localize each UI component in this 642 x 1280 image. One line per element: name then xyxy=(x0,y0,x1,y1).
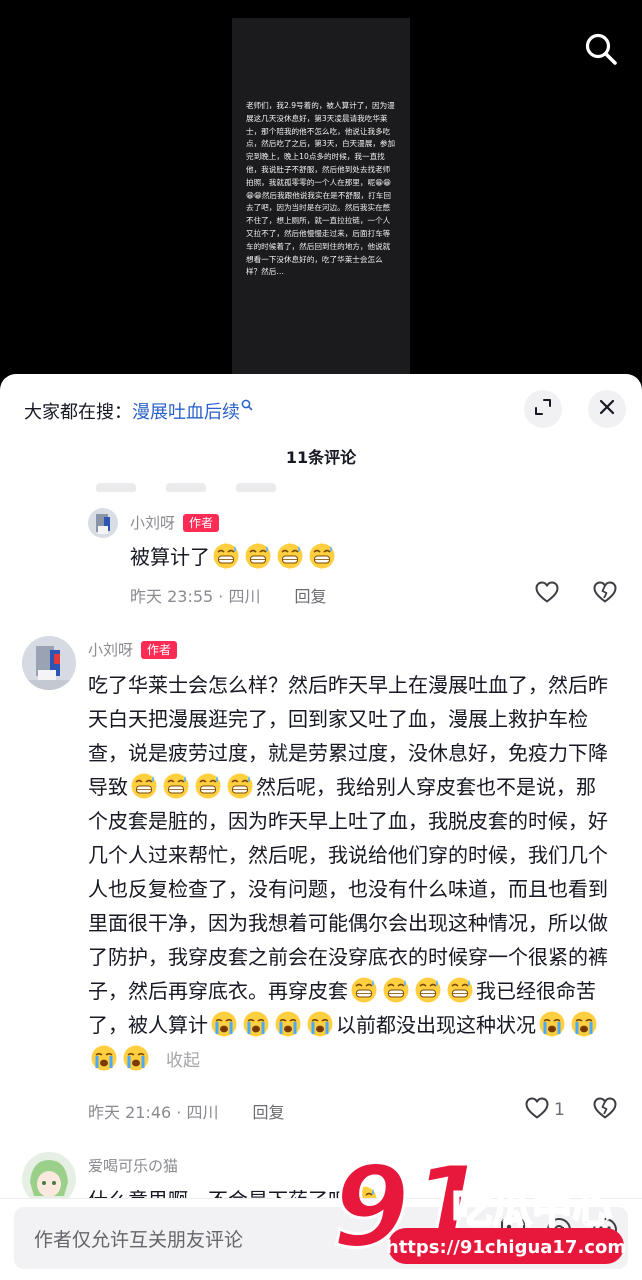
reply-button[interactable]: 回复 xyxy=(252,1099,284,1123)
comment-list[interactable]: 小刘呀 作者 被算计了 昨天 23:55 · 四川 回复 小刘呀 作者 吃了华莱… xyxy=(0,474,642,1204)
heart-icon xyxy=(534,580,560,608)
comment-author-row: 爱喝可乐の猫 xyxy=(88,1155,178,1176)
broken-heart-icon xyxy=(592,1096,618,1124)
video-overlay-text: 老师们，我2.9号着的，被人算计了，因为漫展这几天没休息好，第3天凌晨请我吃华莱… xyxy=(246,101,396,277)
crying-emoji-icon xyxy=(122,1044,150,1072)
grimace-sweat-emoji-icon xyxy=(446,976,474,1004)
crying-emoji-icon xyxy=(90,1044,118,1072)
close-icon xyxy=(598,398,616,420)
video-frame: 老师们，我2.9号着的，被人算计了，因为漫展这几天没休息好，第3天凌晨请我吃华莱… xyxy=(232,18,410,378)
comment-input-placeholder: 作者仅允许互关朋友评论 xyxy=(34,1228,244,1251)
comment-meta: 昨天 21:46 · 四川 回复 xyxy=(88,1099,284,1123)
comment-meta: 昨天 23:55 · 四川 回复 xyxy=(130,583,326,607)
dislike-button[interactable] xyxy=(592,1096,618,1124)
like-count: 1 xyxy=(554,1100,565,1120)
expand-icon xyxy=(533,397,553,421)
heart-icon xyxy=(524,1096,550,1124)
search-hint-prefix: 大家都在搜： xyxy=(24,402,132,423)
comment-sheet: 大家都在搜：漫展吐血后续 11条评论 小刘呀 作者 被算计了 昨天 23:55 … xyxy=(0,374,642,1280)
at-mention-icon[interactable] xyxy=(544,1215,574,1249)
comment-author[interactable]: 小刘呀 xyxy=(88,639,133,660)
search-small-icon xyxy=(241,396,253,417)
grimace-sweat-emoji-icon xyxy=(382,976,410,1004)
comment-text: 吃了华莱士会怎么样？然后昨天早上在漫展吐血了，然后昨天白天把漫展逛完了，回到家又… xyxy=(88,668,608,1078)
grimace-sweat-emoji-icon xyxy=(276,542,304,570)
crying-emoji-icon xyxy=(274,1010,302,1038)
grimace-sweat-emoji-icon xyxy=(350,976,378,1004)
author-badge: 作者 xyxy=(183,513,220,532)
trending-search-hint[interactable]: 大家都在搜：漫展吐血后续 xyxy=(24,398,253,424)
search-hint-keyword[interactable]: 漫展吐血后续 xyxy=(132,402,240,423)
comment-text-body: 然后呢，我给别人穿皮套也不是说，那个皮套是脏的，因为昨天早上吐了血，我脱皮套的时… xyxy=(88,775,608,1003)
grimace-sweat-emoji-icon xyxy=(226,772,254,800)
crying-emoji-icon xyxy=(570,1010,598,1038)
comment-text: 被算计了 xyxy=(130,540,450,574)
clipped-previous-row xyxy=(96,478,616,492)
comment-author[interactable]: 爱喝可乐の猫 xyxy=(88,1155,178,1176)
comment-text-body: 以前都没出现这种状况 xyxy=(336,1013,536,1037)
avatar[interactable] xyxy=(88,508,118,538)
dislike-button[interactable] xyxy=(592,580,618,608)
expand-button[interactable] xyxy=(524,390,562,428)
avatar[interactable] xyxy=(22,1152,76,1204)
grimace-sweat-emoji-icon xyxy=(130,772,158,800)
grimace-sweat-emoji-icon xyxy=(308,542,336,570)
comment-author-row: 小刘呀 作者 xyxy=(88,639,178,660)
comment-count: 11条评论 xyxy=(285,448,357,467)
grimace-sweat-emoji-icon xyxy=(162,772,190,800)
crying-emoji-icon xyxy=(242,1010,270,1038)
grimace-sweat-emoji-icon xyxy=(414,976,442,1004)
grimace-sweat-emoji-icon xyxy=(244,542,272,570)
like-button[interactable]: 1 xyxy=(524,1096,565,1124)
crying-emoji-icon xyxy=(538,1010,566,1038)
grimace-sweat-emoji-icon xyxy=(212,542,240,570)
emoji-picker-icon[interactable] xyxy=(590,1215,620,1249)
broken-heart-icon xyxy=(592,580,618,608)
reply-button[interactable]: 回复 xyxy=(294,583,326,607)
like-button[interactable] xyxy=(534,580,560,608)
search-icon[interactable] xyxy=(582,30,620,68)
comment-text-body: 被算计了 xyxy=(130,545,210,569)
crying-emoji-icon xyxy=(210,1010,238,1038)
author-badge: 作者 xyxy=(141,640,178,659)
video-player[interactable]: 老师们，我2.9号着的，被人算计了，因为漫展这几天没休息好，第3天凌晨请我吃华莱… xyxy=(0,0,642,400)
comment-author-row: 小刘呀 作者 xyxy=(130,512,220,533)
close-button[interactable] xyxy=(588,390,626,428)
comment-input-bar: 作者仅允许互关朋友评论 xyxy=(0,1198,642,1280)
image-icon[interactable] xyxy=(498,1215,528,1249)
comment-author[interactable]: 小刘呀 xyxy=(130,512,175,533)
input-actions xyxy=(498,1215,620,1249)
crying-emoji-icon xyxy=(306,1010,334,1038)
collapse-link[interactable]: 收起 xyxy=(166,1051,200,1071)
avatar[interactable] xyxy=(22,636,76,690)
comment-time-location: 昨天 23:55 · 四川 xyxy=(130,587,261,606)
comment-time-location: 昨天 21:46 · 四川 xyxy=(88,1103,219,1122)
grimace-sweat-emoji-icon xyxy=(194,772,222,800)
